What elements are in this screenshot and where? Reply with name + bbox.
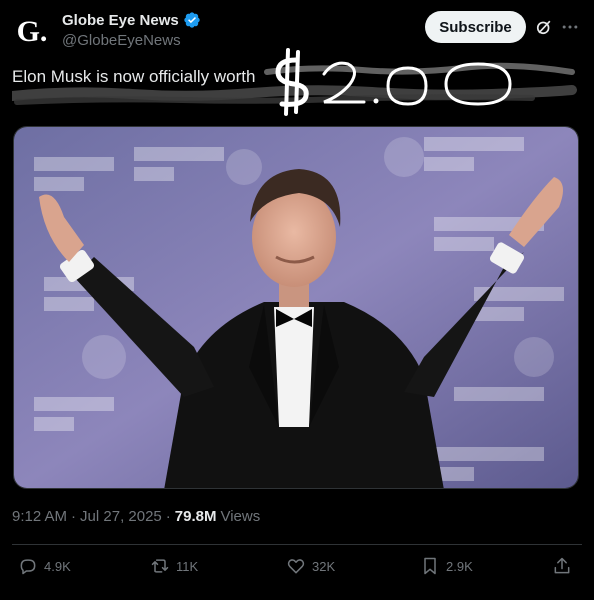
views-label: Views bbox=[220, 508, 261, 525]
tweet-meta: 9:12 AM · Jul 27, 2025 · 79.8M Views bbox=[12, 508, 260, 525]
views-count: 79.8M bbox=[174, 508, 217, 525]
share-icon bbox=[554, 557, 570, 574]
handle[interactable]: @GlobeEyeNews bbox=[62, 32, 181, 49]
share-button[interactable] bbox=[552, 556, 572, 576]
avatar[interactable]: G. bbox=[12, 12, 52, 52]
handwritten-price bbox=[275, 48, 512, 116]
tweet-date[interactable]: Jul 27, 2025 bbox=[80, 508, 162, 525]
tweet-time[interactable]: 9:12 AM bbox=[12, 508, 67, 525]
meta-separator: · bbox=[71, 508, 77, 525]
bookmark-button[interactable]: 2.9K bbox=[420, 556, 473, 576]
verified-badge-icon bbox=[184, 12, 200, 28]
grok-icon[interactable] bbox=[534, 17, 554, 37]
repost-icon bbox=[151, 559, 169, 573]
bookmark-count: 2.9K bbox=[446, 558, 473, 574]
bookmark-icon bbox=[424, 557, 436, 575]
heart-icon bbox=[287, 559, 305, 574]
like-button[interactable]: 32K bbox=[286, 556, 335, 576]
reply-button[interactable]: 4.9K bbox=[18, 556, 71, 576]
action-bar: 4.9K 11K 32K 2.9K bbox=[12, 556, 582, 580]
name-row: Globe Eye News bbox=[62, 11, 201, 29]
more-icon[interactable] bbox=[560, 17, 580, 37]
divider bbox=[12, 544, 582, 545]
reply-icon bbox=[20, 559, 36, 575]
repost-button[interactable]: 11K bbox=[150, 556, 198, 576]
like-count: 32K bbox=[312, 558, 336, 574]
meta-separator: · bbox=[165, 508, 171, 525]
subscribe-button[interactable]: Subscribe bbox=[425, 11, 526, 43]
repost-count: 11K bbox=[176, 558, 199, 574]
display-name[interactable]: Globe Eye News bbox=[62, 12, 179, 29]
tweet-photo[interactable] bbox=[13, 126, 579, 489]
reply-count: 4.9K bbox=[44, 558, 71, 574]
